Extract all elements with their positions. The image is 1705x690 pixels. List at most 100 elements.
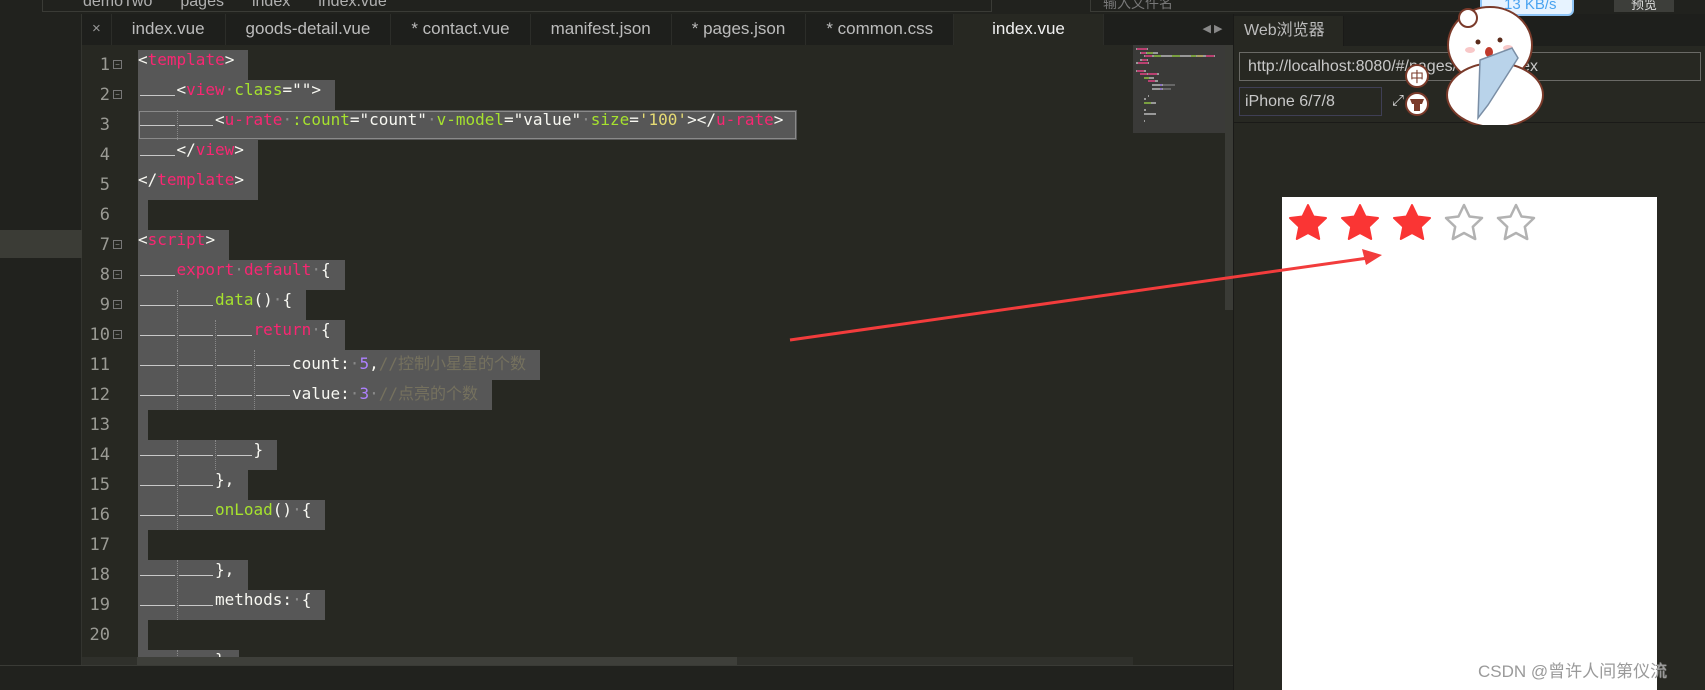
breadcrumb-item[interactable]: index.vue — [318, 0, 387, 11]
tab-common-css[interactable]: * common.css — [806, 14, 955, 45]
status-bar — [0, 665, 1233, 690]
selection-highlight: <view·class=""> — [138, 80, 336, 110]
code-token: 5 — [359, 354, 370, 373]
line-number: 3 — [99, 115, 110, 135]
star-filled-icon[interactable] — [1288, 203, 1328, 241]
code-line[interactable]: methods:·{ — [138, 590, 326, 620]
code-line[interactable]: } — [138, 650, 239, 657]
code-token: 3 — [359, 384, 370, 403]
tab-indent-marker — [176, 470, 216, 500]
close-tab-icon[interactable]: × — [82, 14, 112, 45]
star-outline-icon[interactable] — [1496, 203, 1536, 241]
code-token: methods:·{ — [215, 590, 312, 609]
breadcrumb[interactable]: demoTwo pages index index.vue — [42, 0, 992, 12]
u-rate-stars[interactable] — [1288, 203, 1536, 241]
vertical-scrollbar[interactable] — [1225, 45, 1233, 310]
tab-indent-marker — [138, 110, 177, 140]
fold-toggle-icon[interactable]: − — [113, 270, 122, 279]
tab-indent-marker — [176, 650, 216, 657]
line-number: 14 — [89, 445, 110, 465]
code-line[interactable]: <script> — [138, 230, 230, 260]
minimap[interactable] — [1133, 45, 1225, 133]
fold-guide — [117, 45, 118, 657]
editor-tabs: × index.vue goods-detail.vue * contact.v… — [82, 14, 1233, 45]
watermark: CSDN @曾许人间第仪流 — [1478, 662, 1668, 681]
breadcrumb-item[interactable]: demoTwo — [83, 0, 152, 11]
code-line[interactable] — [138, 530, 148, 560]
breadcrumb-item[interactable]: pages — [180, 0, 224, 11]
code-line[interactable]: onLoad()·{ — [138, 500, 326, 530]
selection-highlight — [138, 620, 148, 650]
code-line[interactable]: <u-rate·:count="count"·v-model="value"·s… — [138, 110, 798, 140]
whitespace-marker: · — [224, 80, 235, 99]
whitespace-marker: · — [292, 500, 302, 519]
code-line[interactable]: </template> — [138, 170, 258, 200]
code-line[interactable]: <template> — [138, 50, 249, 80]
line-number: 12 — [89, 385, 110, 405]
code-token: ="count"· — [349, 110, 437, 129]
code-editor[interactable]: <template> <view·class=""> <u-rate·:count=… — [138, 45, 1133, 657]
code-token: > — [234, 140, 244, 159]
tab-index-vue[interactable]: index.vue — [112, 14, 226, 45]
whitespace-marker: · — [272, 290, 283, 309]
fold-toggle-icon[interactable]: − — [113, 240, 122, 249]
minimap-line — [1213, 55, 1215, 58]
code-line[interactable]: data()·{ — [138, 290, 307, 320]
whitespace-marker: · — [581, 110, 591, 129]
code-line[interactable] — [138, 200, 148, 230]
code-token: ="value"· — [504, 110, 591, 129]
tab-indent-marker — [215, 350, 254, 380]
code-token: =""> — [282, 80, 322, 99]
code-line[interactable]: export·default·{ — [138, 260, 345, 290]
fold-toggle-icon[interactable]: − — [113, 330, 122, 339]
line-number: 9 — [99, 295, 110, 315]
code-line[interactable]: }, — [138, 560, 249, 590]
tab-pages-json[interactable]: * pages.json — [672, 14, 807, 45]
tab-indent-marker — [176, 590, 216, 620]
code-line[interactable]: count:·5,//控制小星星的个数 — [138, 350, 540, 380]
device-select[interactable]: iPhone 6/7/8 — [1239, 87, 1382, 116]
preview-button[interactable]: 预览 — [1614, 0, 1674, 12]
tab-index-vue-active[interactable]: index.vue — [954, 14, 1104, 45]
star-filled-icon[interactable] — [1392, 203, 1432, 241]
fold-toggle-icon[interactable]: − — [113, 300, 122, 309]
tab-goods-detail-vue[interactable]: goods-detail.vue — [226, 14, 392, 45]
minimap-line — [1171, 55, 1180, 58]
tab-scroll-arrows-icon[interactable]: ◀ ▶ — [1192, 14, 1233, 45]
tab-indent-marker — [176, 320, 216, 350]
code-token: //点亮的个数 — [378, 384, 478, 403]
code-line[interactable]: <view·class=""> — [138, 80, 336, 110]
code-token: default — [243, 260, 312, 279]
scrollbar-thumb[interactable] — [137, 657, 737, 665]
code-token: , — [369, 354, 379, 373]
tab-indent-marker — [176, 560, 216, 590]
minimap-line — [1180, 55, 1191, 58]
line-number: 17 — [89, 535, 110, 555]
code-line[interactable]: value:·3·//点亮的个数 — [138, 380, 492, 410]
code-line[interactable]: }, — [138, 470, 249, 500]
star-outline-icon[interactable] — [1444, 203, 1484, 241]
code-token: class — [234, 80, 283, 99]
fold-toggle-icon[interactable]: − — [113, 60, 122, 69]
code-line[interactable] — [138, 620, 148, 650]
minimap-line — [1144, 109, 1147, 112]
code-token: </ — [176, 140, 196, 159]
code-token: data — [215, 290, 254, 309]
fold-toggle-icon[interactable]: − — [113, 90, 122, 99]
breadcrumb-item[interactable]: index — [252, 0, 290, 11]
minimap-line — [1160, 55, 1172, 58]
whitespace-marker: · — [282, 110, 293, 129]
horizontal-scrollbar[interactable] — [82, 657, 1133, 665]
code-line[interactable] — [138, 410, 148, 440]
minimap-line — [1144, 69, 1146, 72]
code-line[interactable]: </view> — [138, 140, 258, 170]
tab-manifest-json[interactable]: manifest.json — [531, 14, 672, 45]
star-filled-icon[interactable] — [1340, 203, 1380, 241]
tab-contact-vue[interactable]: * contact.vue — [391, 14, 531, 45]
code-token: template — [157, 170, 235, 189]
code-line[interactable]: } — [138, 440, 278, 470]
line-number: 16 — [89, 505, 110, 525]
code-line[interactable]: return·{ — [138, 320, 345, 350]
tab-web-browser[interactable]: Web浏览器 × — [1234, 16, 1344, 69]
code-token: = — [629, 110, 639, 129]
